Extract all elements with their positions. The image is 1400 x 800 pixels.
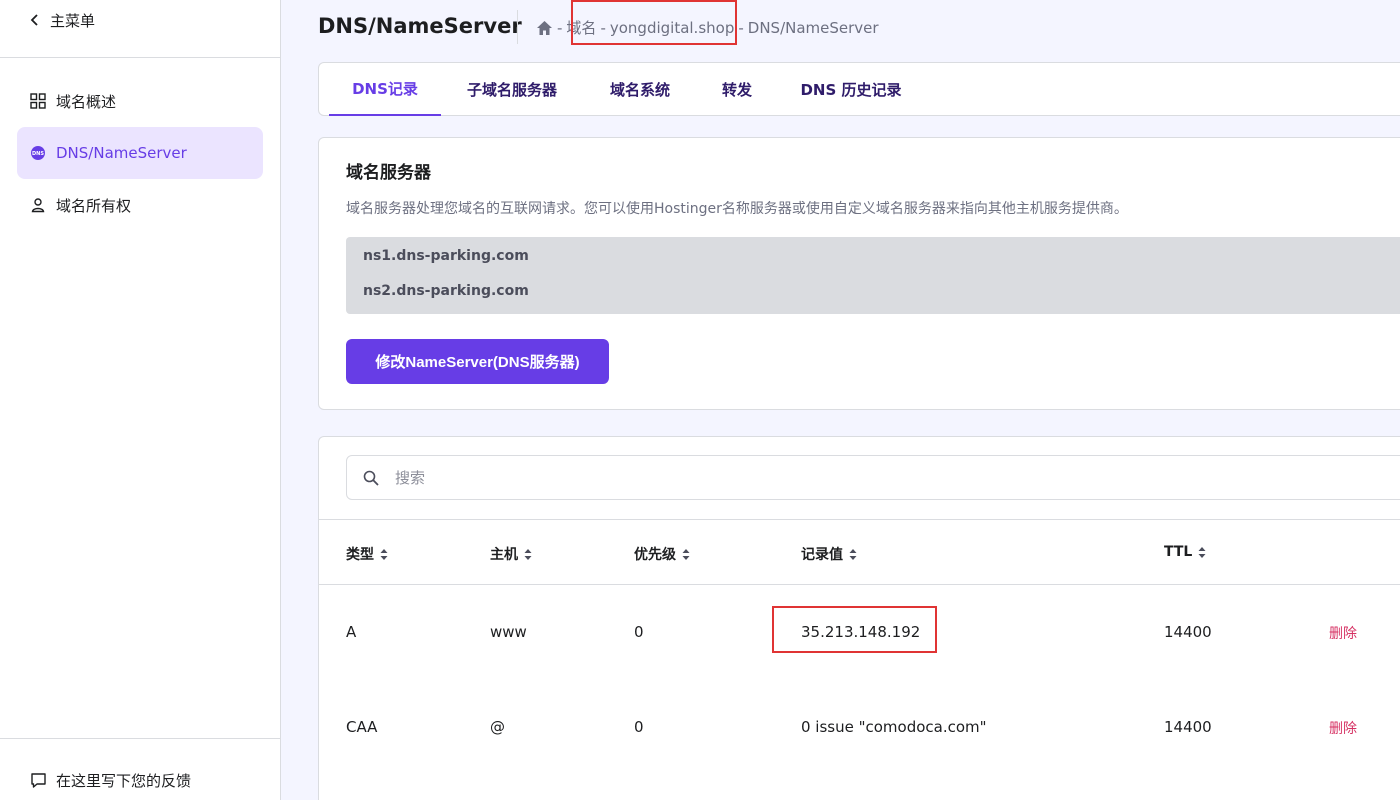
sidebar-divider <box>0 57 280 58</box>
nameserver-1: ns1.dns-parking.com <box>363 248 529 264</box>
sidebar-item-label: 域名所有权 <box>56 196 132 215</box>
tab-child-nameservers[interactable]: 子域名服务器 <box>449 63 575 116</box>
sidebar-item-domain-overview[interactable]: 域名概述 <box>17 75 263 127</box>
cell-ttl: 14400 <box>1164 718 1212 736</box>
search-input[interactable] <box>395 468 1295 487</box>
cell-priority: 0 <box>634 718 644 736</box>
sidebar: 主菜单 域名概述 DNS DNS/NameServer 域名所有权 在这里写下您… <box>0 0 281 800</box>
column-header-value[interactable]: 记录值 <box>801 544 857 564</box>
cell-type: CAA <box>346 718 378 736</box>
breadcrumb-separator: - <box>738 18 744 37</box>
feedback-link[interactable]: 在这里写下您的反馈 <box>30 770 191 791</box>
column-header-label: 记录值 <box>801 547 843 563</box>
column-header-type[interactable]: 类型 <box>346 544 388 564</box>
tab-forwarding[interactable]: 转发 <box>707 63 767 116</box>
column-header-label: 主机 <box>490 547 518 563</box>
cell-host: www <box>490 623 527 641</box>
breadcrumb-item-current: DNS/NameServer <box>747 18 879 37</box>
sort-icon <box>849 548 857 560</box>
sort-icon <box>380 548 388 560</box>
chat-bubble-icon <box>30 772 56 789</box>
breadcrumb-separator: - <box>557 18 563 37</box>
column-header-label: 类型 <box>346 547 374 563</box>
tab-dns-history[interactable]: DNS 历史记录 <box>789 63 913 116</box>
cell-priority: 0 <box>634 623 644 641</box>
sidebar-bottom-divider <box>0 738 280 739</box>
column-header-label: 优先级 <box>634 547 676 563</box>
title-separator <box>517 10 518 44</box>
sort-icon <box>682 548 690 560</box>
dns-icon: DNS <box>30 145 56 161</box>
search-icon <box>363 470 379 486</box>
cell-ttl: 14400 <box>1164 623 1212 641</box>
highlight-box-breadcrumb <box>571 0 737 45</box>
feedback-label: 在这里写下您的反馈 <box>56 772 192 790</box>
tab-dnssec[interactable]: 域名系统 <box>591 63 689 116</box>
table-header-divider <box>319 584 1400 585</box>
nameservers-description: 域名服务器处理您域名的互联网请求。您可以使用Hostinger名称服务器或使用自… <box>346 201 1128 217</box>
nameservers-title: 域名服务器 <box>346 163 431 183</box>
search-box <box>346 455 1400 500</box>
column-header-priority[interactable]: 优先级 <box>634 544 690 564</box>
home-icon[interactable] <box>536 20 553 36</box>
nameserver-list: ns1.dns-parking.com ns2.dns-parking.com <box>346 237 1400 314</box>
sidebar-item-label: 域名概述 <box>56 92 117 111</box>
sidebar-item-domain-ownership[interactable]: 域名所有权 <box>17 179 263 231</box>
cell-host: @ <box>490 718 505 736</box>
nameserver-2: ns2.dns-parking.com <box>363 283 529 299</box>
column-header-label: TTL <box>1164 544 1193 560</box>
tabs-bar: DNS记录 子域名服务器 域名系统 转发 DNS 历史记录 <box>318 62 1400 116</box>
svg-text:DNS: DNS <box>32 151 44 157</box>
nameservers-card: 域名服务器 域名服务器处理您域名的互联网请求。您可以使用Hostinger名称服… <box>318 137 1400 410</box>
page-title: DNS/NameServer <box>318 14 522 38</box>
sort-icon <box>1198 546 1206 558</box>
cell-value: 0 issue "comodoca.com" <box>801 718 987 736</box>
highlight-box-record-value <box>772 606 937 653</box>
delete-button[interactable]: 删除 <box>1329 623 1357 643</box>
sort-icon <box>524 548 532 560</box>
back-label: 主菜单 <box>50 11 96 30</box>
sidebar-item-dns[interactable]: DNS DNS/NameServer <box>17 127 263 179</box>
delete-button[interactable]: 删除 <box>1329 718 1357 738</box>
column-header-ttl[interactable]: TTL <box>1164 544 1206 560</box>
table-divider <box>319 519 1400 520</box>
tab-dns-records[interactable]: DNS记录 <box>329 63 441 116</box>
chevron-left-icon <box>30 11 50 30</box>
change-nameservers-button[interactable]: 修改NameServer(DNS服务器) <box>346 339 609 384</box>
sidebar-item-label: DNS/NameServer <box>56 144 187 162</box>
grid-icon <box>30 93 56 109</box>
column-header-host[interactable]: 主机 <box>490 544 532 564</box>
back-to-main-menu[interactable]: 主菜单 <box>30 8 95 32</box>
person-icon <box>30 197 56 213</box>
cell-type: A <box>346 623 357 641</box>
